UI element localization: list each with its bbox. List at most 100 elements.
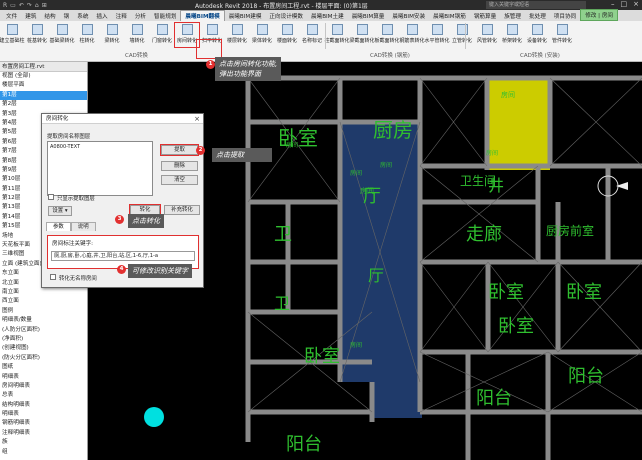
browser-item[interactable]: 图例	[0, 307, 87, 316]
room-label[interactable]: 走廊	[466, 220, 502, 246]
window-controls[interactable]: – □ ×	[611, 0, 639, 8]
minimize-icon[interactable]: –	[611, 0, 615, 8]
ribbon-tab[interactable]: 批处理	[525, 11, 550, 21]
room-label[interactable]: 阳台	[476, 384, 512, 410]
qat-item[interactable]: ↷	[27, 2, 32, 9]
ribbon-tab[interactable]: 晨曦BIM算量	[348, 11, 389, 21]
ribbon-tab[interactable]: 智能规划	[150, 11, 180, 21]
only-show-checkbox[interactable]	[48, 194, 54, 200]
ribbon-tab[interactable]: 修改 | 房间	[580, 9, 619, 21]
ribbon-tool-button[interactable]: 名称标记	[300, 23, 324, 47]
room-label[interactable]: 卧室	[566, 278, 602, 304]
ribbon-tool-button[interactable]: 柱转化	[75, 23, 99, 47]
ribbon-tool-button[interactable]: 建立基础柱	[0, 23, 25, 47]
close-icon[interactable]: ×	[633, 0, 639, 8]
tab-help[interactable]: 说明	[70, 222, 96, 231]
ribbon-tool-button[interactable]: 楼面转化	[275, 23, 299, 47]
convert-name-checkbox[interactable]	[50, 274, 56, 280]
ribbon-tool-button[interactable]: 梁截面转化	[350, 23, 375, 47]
room-tag[interactable]: 房间	[350, 168, 362, 177]
extract-button[interactable]: 提取	[160, 144, 199, 156]
room-label[interactable]: 卫生间	[460, 172, 496, 189]
ribbon-tool-button[interactable]: 柱截面转化	[325, 23, 350, 47]
qat-item[interactable]: ⌂	[35, 2, 39, 9]
ribbon-tool-button[interactable]: 设备转化	[525, 23, 549, 47]
room-label[interactable]: 厨房前室	[546, 222, 594, 239]
close-icon[interactable]: ×	[194, 114, 200, 124]
ribbon-tab[interactable]: 文件	[2, 11, 21, 21]
browser-item[interactable]: 房间明细表	[0, 382, 87, 391]
tab-params[interactable]: 参数	[46, 222, 71, 231]
ribbon-tab[interactable]: 结构	[40, 11, 59, 21]
browser-item[interactable]: 视图 (全部)	[0, 72, 87, 81]
qat-item[interactable]: ▭	[10, 2, 16, 9]
ribbon-tab[interactable]: 晨曦BIM建模	[225, 11, 266, 21]
ribbon-tab[interactable]: 建筑	[21, 11, 40, 21]
room-label[interactable]: 卫	[274, 290, 290, 314]
room-label[interactable]: 厨房	[373, 114, 413, 143]
browser-item[interactable]: 楼层平面	[0, 81, 87, 90]
browser-item[interactable]: (防火分区面积)	[0, 354, 87, 363]
browser-item[interactable]: 第2层	[0, 100, 87, 109]
browser-item[interactable]: 明细表/数量	[0, 316, 87, 325]
ribbon-tool-button[interactable]: 桥架转化	[500, 23, 524, 47]
ribbon-tab[interactable]: 晨曦BIM土建	[307, 11, 348, 21]
room-label[interactable]: 阳台	[568, 362, 604, 388]
ribbon-tab[interactable]: 钢筋算量	[470, 11, 500, 21]
ribbon-tool-button[interactable]: 风管转化	[475, 23, 499, 47]
room-tag[interactable]: 房间	[350, 340, 362, 349]
ribbon-tab[interactable]: 族管理	[500, 11, 525, 21]
ribbon-tab[interactable]: 正向设计模数	[265, 11, 307, 21]
ribbon-tab[interactable]: 项目协同	[550, 11, 580, 21]
ribbon-tab[interactable]: 系统	[73, 11, 92, 21]
ribbon-tab[interactable]: 分析	[131, 11, 150, 21]
browser-item[interactable]: 明细表	[0, 410, 87, 419]
ribbon-tool-button[interactable]: 基础梁转化	[50, 23, 75, 47]
room-label[interactable]: 卧室	[498, 312, 534, 338]
room-label[interactable]: 卧室	[304, 342, 340, 368]
browser-item[interactable]: 组	[0, 448, 87, 457]
ribbon-tool-button[interactable]: 板截面转化	[375, 23, 400, 47]
browser-item[interactable]: 总表	[0, 391, 87, 400]
browser-item[interactable]: 第1层	[0, 90, 87, 101]
clear-button[interactable]: 清空	[161, 175, 198, 185]
ribbon-tool-button[interactable]: 楼层转化	[225, 23, 249, 47]
ribbon-tool-button[interactable]: 门窗转化	[150, 23, 174, 47]
ribbon-tool-button[interactable]: 梁转化	[100, 23, 124, 47]
room-label[interactable]: 房间	[360, 186, 374, 196]
ribbon-tool-button[interactable]: 钢筋表转化	[400, 23, 425, 47]
ribbon-tool-button[interactable]: 管件转化	[550, 23, 574, 47]
browser-item[interactable]: 明细表	[0, 373, 87, 382]
ribbon-tool-button[interactable]: 墙转化	[125, 23, 149, 47]
browser-item[interactable]: 西立面	[0, 297, 87, 306]
ribbon-tab[interactable]: 钢	[60, 11, 74, 21]
browser-item[interactable]: (创建视图)	[0, 344, 87, 353]
ribbon-tool-button[interactable]: 桩基转化	[25, 23, 49, 47]
search-input[interactable]: 键入关键字或短语	[486, 1, 586, 9]
browser-item[interactable]: 图纸	[0, 363, 87, 372]
ribbon-tool-button[interactable]: 梁体转化	[250, 23, 274, 47]
ribbon-tab[interactable]: 晨曦BIM翻模	[180, 10, 225, 21]
browser-item[interactable]: (人防分区面积)	[0, 326, 87, 335]
browser-item[interactable]: 结构明细表	[0, 401, 87, 410]
ribbon-tool-button[interactable]: 立管转化	[450, 23, 474, 47]
qat-item[interactable]: ⊞	[42, 2, 47, 9]
maximize-icon[interactable]: □	[621, 0, 628, 8]
ribbon-tab[interactable]: 晨曦BIM钢筋	[429, 11, 470, 21]
room-label[interactable]: 阳台	[286, 430, 322, 456]
ribbon-tool-button[interactable]: 水平管转化	[425, 23, 450, 47]
browser-item[interactable]: (净面积)	[0, 335, 87, 344]
ribbon-tab[interactable]: 注释	[112, 11, 131, 21]
ribbon-tab[interactable]: 插入	[92, 11, 111, 21]
room-tag[interactable]: 房间	[380, 160, 392, 169]
layer-list[interactable]: A0800-TEXT	[47, 141, 153, 196]
quick-access-toolbar[interactable]: R ▭ ↶ ↷ ⌂ ⊞	[0, 2, 150, 9]
layer-list-item[interactable]: A0800-TEXT	[50, 144, 80, 150]
browser-item[interactable]: 族	[0, 438, 87, 447]
room-label[interactable]: 房间	[501, 90, 515, 100]
supplement-convert-button[interactable]: 补充转化	[164, 205, 200, 215]
ribbon-tab[interactable]: 晨曦BIM安装	[388, 11, 429, 21]
qat-item[interactable]: R	[3, 2, 7, 9]
delete-button[interactable]: 删除	[161, 161, 198, 171]
browser-item[interactable]: 注释明细表	[0, 429, 87, 438]
